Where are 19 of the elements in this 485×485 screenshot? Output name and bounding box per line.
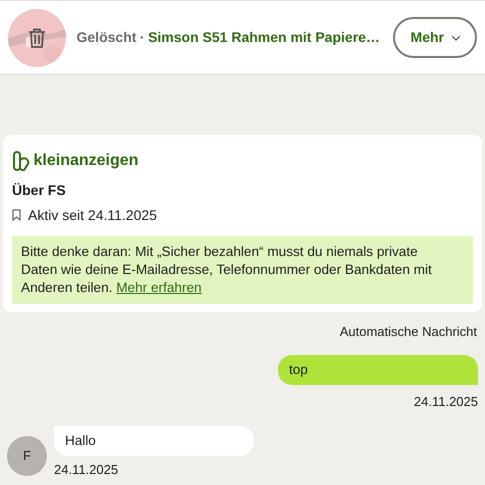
seller-heading: Über FS [12, 181, 67, 200]
notice-text: Bitte denke daran: Mit „Sicher bezahlen“ musst du niemals private Daten wie deine E-Mailadresse, Telefonnummer oder Bankdaten mit Anderen teilen. Mehr erfahren [21, 242, 433, 296]
more-button[interactable]: Mehr [392, 17, 477, 58]
status-label: Gelöscht [76, 28, 136, 47]
avatar: F [7, 436, 47, 476]
brand-name: kleinanzeigen [34, 151, 138, 171]
message-bubble: top [278, 355, 478, 386]
message-date: 24.11.2025 [54, 460, 120, 478]
chevron-down-icon [451, 34, 461, 40]
logo-icon [12, 151, 30, 171]
message-date: 24.11.2025 [414, 393, 478, 412]
active-since-text: Aktiv seit 24.11.2025 [28, 206, 157, 224]
automatic-message-label: Automatische Nachricht [338, 322, 478, 340]
learn-more-link[interactable]: Mehr erfahren [116, 280, 202, 294]
bookmark-icon [12, 209, 21, 221]
separator-dot: · [140, 28, 145, 47]
message-bubble: Hallo [54, 426, 254, 456]
trash-icon [28, 28, 46, 48]
listing-title[interactable]: Simson S51 Rahmen mit Papiere… [148, 27, 380, 48]
